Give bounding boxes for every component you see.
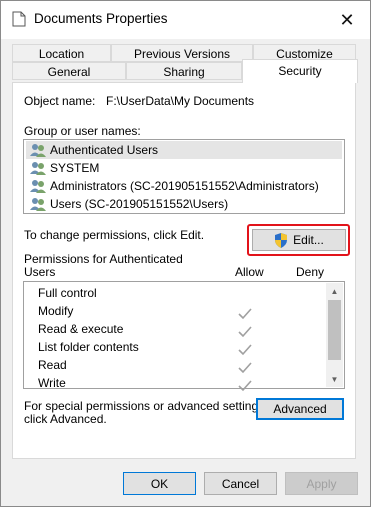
permissions-label-user: Users <box>24 265 56 279</box>
advanced-text: For special permissions or advanced sett… <box>24 399 268 413</box>
scroll-up-icon[interactable]: ▲ <box>326 283 343 299</box>
allow-check-icon <box>238 344 252 356</box>
permission-name: List folder contents <box>38 340 139 354</box>
user-row[interactable]: SYSTEM <box>26 159 99 177</box>
tab-sharing[interactable]: Sharing <box>126 62 242 80</box>
user-name: Authenticated Users <box>50 143 159 157</box>
permission-name: Read & execute <box>38 322 124 336</box>
users-group-icon <box>30 198 46 211</box>
properties-window: Documents Properties ✕ Location Previous… <box>0 0 371 507</box>
user-name: SYSTEM <box>50 161 100 175</box>
document-icon <box>12 11 26 27</box>
object-name-value: F:\UserData\My Documents <box>106 94 255 108</box>
user-name: Administrators (SC-201905151552\Administ… <box>50 179 319 193</box>
scroll-down-icon[interactable]: ▼ <box>326 371 343 387</box>
permission-name: Write <box>38 376 66 390</box>
advanced-text-line2: click Advanced. <box>24 412 107 426</box>
advanced-button-label: Advanced <box>273 402 327 416</box>
users-group-icon <box>30 162 46 175</box>
close-icon[interactable]: ✕ <box>324 1 370 39</box>
apply-button[interactable]: Apply <box>285 472 358 495</box>
allow-check-icon <box>238 362 252 374</box>
permission-name: Modify <box>38 304 74 318</box>
permission-name: Full control <box>38 286 97 300</box>
users-listbox[interactable]: Authenticated Users SYSTEM Administrator… <box>23 139 345 214</box>
highlight-box <box>247 224 350 256</box>
window-title: Documents Properties <box>34 11 168 26</box>
object-name-label: Object name: <box>24 94 96 108</box>
users-group-icon <box>30 144 46 157</box>
permissions-listbox[interactable]: Full control Modify Read & execute List … <box>23 281 345 392</box>
scroll-thumb[interactable] <box>328 300 341 360</box>
user-row[interactable]: Administrators (SC-201905151552\Administ… <box>26 177 319 195</box>
users-group-icon <box>30 180 46 193</box>
change-permissions-text: To change permissions, click Edit. <box>24 228 205 242</box>
user-row[interactable]: Authenticated Users <box>26 141 342 159</box>
user-row[interactable]: Users (SC-201905151552\Users) <box>26 195 228 213</box>
allow-check-icon <box>238 380 252 392</box>
allow-check-icon <box>238 326 252 338</box>
tab-general[interactable]: General <box>12 62 126 80</box>
permissions-scrollbar[interactable]: ▲ ▼ <box>326 283 343 387</box>
permissions-label: Permissions for Authenticated <box>24 252 183 266</box>
allow-header: Allow <box>235 265 264 279</box>
permission-name: Read <box>38 358 67 372</box>
tab-security[interactable]: Security <box>242 59 358 83</box>
advanced-button[interactable]: Advanced <box>256 398 344 420</box>
ok-button[interactable]: OK <box>123 472 196 495</box>
user-name: Users (SC-201905151552\Users) <box>50 197 229 211</box>
tab-location[interactable]: Location <box>12 44 111 62</box>
tab-previous-versions[interactable]: Previous Versions <box>111 44 253 62</box>
deny-header: Deny <box>296 265 325 279</box>
title-bar: Documents Properties ✕ <box>1 1 370 39</box>
group-label: Group or user names: <box>24 124 141 138</box>
allow-check-icon <box>238 308 252 320</box>
cancel-button[interactable]: Cancel <box>204 472 277 495</box>
